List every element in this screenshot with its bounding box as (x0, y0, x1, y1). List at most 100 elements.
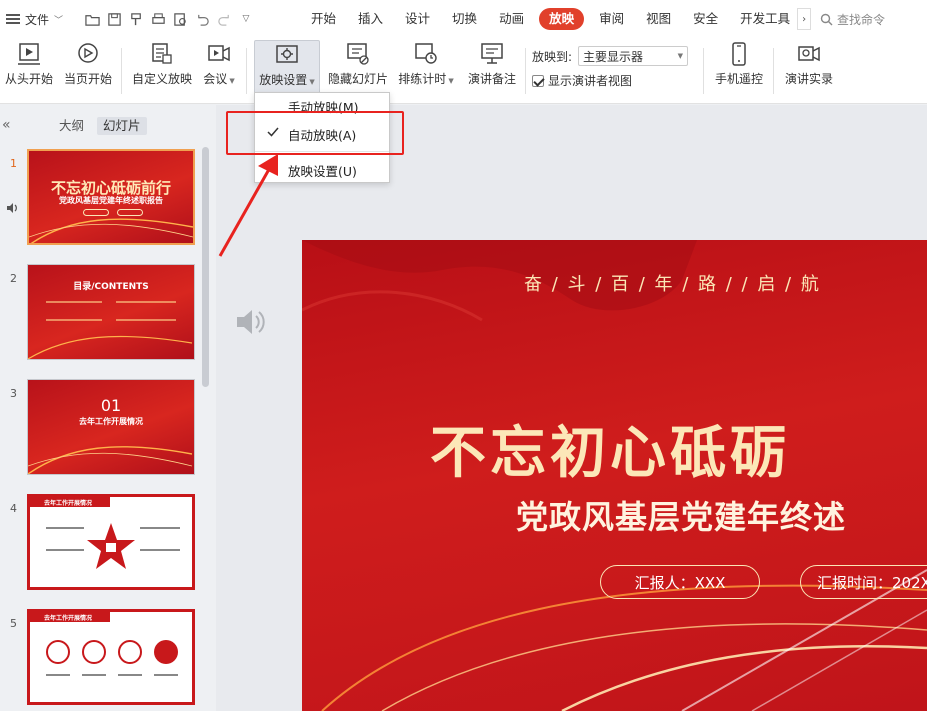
tab-view[interactable]: 视图 (639, 8, 678, 30)
rehearse-label: 排练计时 ▼ (398, 72, 454, 86)
chevron-down-icon: ▼ (677, 52, 684, 60)
display-select[interactable]: 主要显示器 ▼ (578, 46, 689, 66)
file-menu[interactable]: 文件 ﹀ (0, 0, 78, 38)
tab-home[interactable]: 开始 (304, 8, 343, 30)
rehearse-timing-button[interactable]: 排练计时 ▼ (396, 40, 456, 96)
separator (246, 48, 247, 94)
thumbnail-title: 01 (100, 396, 122, 415)
presenter-view-checkbox[interactable]: 显示演讲者视图 (532, 72, 632, 89)
panel-scrollbar[interactable] (202, 147, 209, 387)
panel-tabs: « 大纲 幻灯片 (0, 115, 215, 137)
from-start-button[interactable]: 从头开始 (3, 40, 55, 96)
custom-show-label: 自定义放映 (131, 72, 192, 86)
ribbon-toolbar: 从头开始 当页开始 自定义放映 会议 ▼ 放映设置 ▼ 隐藏幻灯片 排练计时 ▼ 演讲… (0, 38, 927, 104)
print-preview-icon[interactable] (172, 11, 188, 27)
tab-design[interactable]: 设计 (398, 8, 437, 30)
annotation-arrow-icon (218, 154, 278, 257)
open-folder-icon[interactable] (84, 11, 100, 27)
tab-review[interactable]: 审阅 (592, 8, 631, 30)
separator (121, 48, 122, 94)
audio-icon (7, 203, 17, 213)
presenter-view-label: 显示演讲者视图 (548, 74, 633, 88)
tab-transitions[interactable]: 切换 (445, 8, 484, 30)
slide-thumbnail-5[interactable]: 去年工作开展情况 (27, 609, 195, 705)
search-placeholder: 查找命令 (837, 12, 886, 27)
from-start-label: 从头开始 (4, 72, 53, 86)
meeting-icon (204, 40, 234, 68)
custom-show-icon (147, 40, 177, 68)
highlight-box (226, 111, 404, 155)
slide-thumbnail-4[interactable]: 去年工作开展情况 (27, 494, 195, 590)
format-painter-icon[interactable] (128, 11, 144, 27)
hide-slide-button[interactable]: 隐藏幻灯片 (326, 40, 390, 96)
show-settings-option-label: 放映设置(U) (288, 163, 357, 179)
audio-icon[interactable] (234, 307, 268, 337)
slide-thumbnail-3[interactable]: 01 去年工作开展情况 (27, 379, 195, 475)
redo-icon[interactable] (216, 11, 232, 27)
checkbox-checked-icon (532, 74, 544, 87)
print-icon[interactable] (150, 11, 166, 27)
save-icon[interactable] (106, 11, 122, 27)
chevron-down-icon: ﹀ (54, 15, 64, 26)
from-current-label: 当页开始 (63, 72, 112, 86)
slide-editor: 奋 / 斗 / 百 / 年 / 路 / / 启 / 航 不忘初心砥砺 党政风基层… (216, 105, 927, 711)
hide-slide-icon (343, 40, 373, 68)
search-icon (820, 13, 833, 25)
menu-bar: 文件 ﹀ ▽ 开始 插入 设计 切换 动画 放映 审阅 视图 安全 开发工具 ›… (0, 0, 927, 38)
speaker-notes-icon (477, 40, 507, 68)
slide-number: 1 (10, 157, 17, 170)
slide-title: 不忘初心砥砺 (430, 420, 790, 486)
collapse-panel-icon[interactable]: « (2, 117, 11, 133)
tab-outline[interactable]: 大纲 (53, 117, 90, 135)
file-menu-label: 文件 (25, 12, 50, 27)
separator (703, 48, 704, 94)
tab-slides[interactable]: 幻灯片 (97, 117, 147, 135)
slide-number: 3 (10, 387, 17, 400)
reporter-pill: 汇报人：XXX (600, 565, 760, 599)
tabs-more-button[interactable]: › (797, 8, 812, 30)
record-label: 演讲实录 (784, 72, 833, 86)
more-quick-access-icon[interactable]: ▽ (238, 11, 254, 27)
ribbon-tabs: 开始 插入 设计 切换 动画 放映 审阅 视图 安全 开发工具 › (300, 0, 812, 38)
record-button[interactable]: 演讲实录 (781, 40, 837, 96)
play-from-start-icon (14, 40, 44, 68)
custom-show-button[interactable]: 自定义放映 (131, 40, 193, 96)
quick-access-toolbar: ▽ (78, 11, 254, 27)
slide-number: 4 (10, 502, 17, 515)
slide-panel: « 大纲 幻灯片 1 不忘初心砥砺前行 党政风基层党建年终述职报告 2 目录/C… (0, 105, 215, 711)
slide-thumbnail-1[interactable]: 不忘初心砥砺前行 党政风基层党建年终述职报告 (27, 149, 195, 245)
speaker-notes-button[interactable]: 演讲备注 (464, 40, 520, 96)
separator (773, 48, 774, 94)
slide-subtitle: 党政风基层党建年终述 (516, 498, 847, 536)
slide-slogan: 奋 / 斗 / 百 / 年 / 路 / / 启 / 航 (524, 274, 821, 295)
slide-thumbnail-2[interactable]: 目录/CONTENTS (27, 264, 195, 360)
meeting-button[interactable]: 会议 ▼ (199, 40, 239, 96)
tab-security[interactable]: 安全 (686, 8, 725, 30)
video-record-icon (794, 40, 824, 68)
from-current-button[interactable]: 当页开始 (61, 40, 115, 96)
phone-icon (724, 40, 754, 68)
command-search[interactable]: 查找命令 (820, 0, 885, 38)
play-current-icon (73, 40, 103, 68)
hamburger-icon (6, 14, 20, 24)
slide-number: 2 (10, 272, 17, 285)
settings-gear-icon (272, 41, 302, 69)
project-to-group: 放映到: 主要显示器 ▼ (532, 46, 689, 66)
tab-animation[interactable]: 动画 (492, 8, 531, 30)
tab-insert[interactable]: 插入 (351, 8, 390, 30)
thumbnail-title: 去年工作开展情况 (44, 615, 93, 622)
phone-remote-button[interactable]: 手机遥控 (711, 40, 767, 96)
display-select-value: 主要显示器 (583, 49, 644, 64)
thumbnail-subtitle: 党政风基层党建年终述职报告 (59, 196, 163, 205)
hide-slide-label: 隐藏幻灯片 (327, 72, 388, 86)
report-time-pill: 汇报时间：202X (800, 565, 927, 599)
meeting-label: 会议 ▼ (203, 72, 235, 86)
thumbnail-title: 去年工作开展情况 (44, 500, 93, 507)
current-slide[interactable]: 奋 / 斗 / 百 / 年 / 路 / / 启 / 航 不忘初心砥砺 党政风基层… (302, 240, 927, 711)
speaker-notes-label: 演讲备注 (467, 72, 516, 86)
show-settings-label: 放映设置 ▼ (259, 73, 315, 87)
show-settings-button[interactable]: 放映设置 ▼ (254, 40, 320, 96)
tab-slideshow[interactable]: 放映 (539, 8, 585, 30)
tab-developer[interactable]: 开发工具 (733, 8, 797, 30)
undo-icon[interactable] (194, 11, 210, 27)
